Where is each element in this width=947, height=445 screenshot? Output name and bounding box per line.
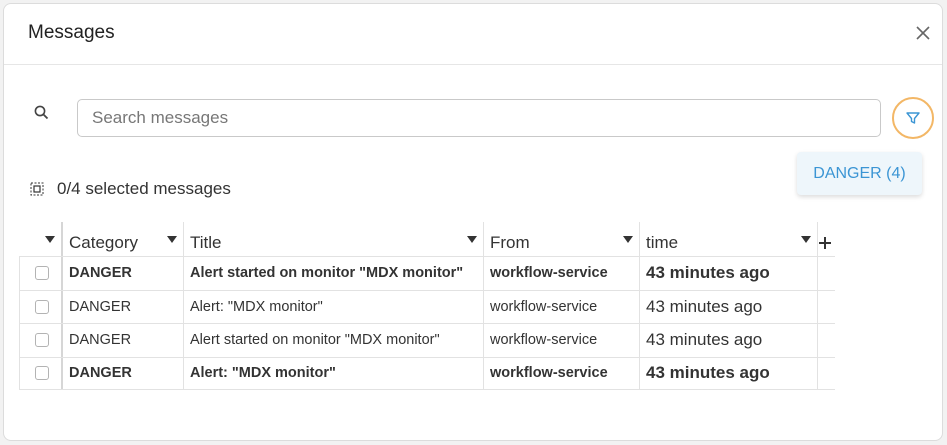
table-row[interactable]: DANGER Alert: "MDX monitor" workflow-ser… xyxy=(19,289,835,323)
column-menu-icon[interactable] xyxy=(167,236,177,243)
header-label: Title xyxy=(190,233,222,252)
row-checkbox[interactable] xyxy=(35,299,49,314)
header-select-column xyxy=(19,222,63,256)
category-cell: DANGER xyxy=(63,290,184,323)
category-cell: DANGER xyxy=(63,357,184,389)
search-input[interactable] xyxy=(77,99,881,137)
row-select-cell xyxy=(19,290,63,323)
selected-count-label: 0/4 selected messages xyxy=(57,179,231,198)
row-select-cell xyxy=(19,257,63,290)
row-select-cell xyxy=(19,357,63,389)
messages-grid: Category Title From time DANGER Alert st… xyxy=(19,222,835,390)
dialog-header: Messages xyxy=(4,4,942,65)
filter-chip-danger[interactable]: DANGER (4) xyxy=(797,152,922,195)
plus-icon xyxy=(819,237,831,249)
category-cell: DANGER xyxy=(63,257,184,290)
header-category[interactable]: Category xyxy=(63,222,184,256)
header-label: Category xyxy=(69,233,138,252)
column-menu-icon[interactable] xyxy=(467,236,477,243)
column-menu-icon[interactable] xyxy=(45,236,55,243)
header-label: From xyxy=(490,233,530,252)
filter-icon xyxy=(906,112,920,124)
select-all-icon[interactable] xyxy=(30,182,44,196)
from-cell: workflow-service xyxy=(484,290,640,323)
time-cell: 43 minutes ago xyxy=(640,324,818,357)
row-checkbox[interactable] xyxy=(35,266,49,281)
header-from[interactable]: From xyxy=(484,222,640,256)
column-menu-icon[interactable] xyxy=(623,236,633,243)
row-checkbox[interactable] xyxy=(35,366,49,381)
table-row[interactable]: DANGER Alert: "MDX monitor" workflow-ser… xyxy=(19,356,835,390)
header-label: time xyxy=(646,233,679,252)
header-time[interactable]: time xyxy=(640,222,818,256)
close-button[interactable] xyxy=(914,24,932,42)
filter-button[interactable] xyxy=(892,97,934,139)
row-checkbox[interactable] xyxy=(35,333,49,348)
time-cell: 43 minutes ago xyxy=(640,290,818,323)
title-cell: Alert started on monitor "MDX monitor" xyxy=(184,257,484,290)
header-title[interactable]: Title xyxy=(184,222,484,256)
time-cell: 43 minutes ago xyxy=(640,257,818,290)
add-column-button[interactable] xyxy=(819,233,831,253)
title-cell: Alert: "MDX monitor" xyxy=(184,357,484,389)
dialog-title: Messages xyxy=(28,22,115,43)
from-cell: workflow-service xyxy=(484,257,640,290)
title-cell: Alert: "MDX monitor" xyxy=(184,290,484,323)
table-row[interactable]: DANGER Alert started on monitor "MDX mon… xyxy=(19,323,835,357)
time-cell: 43 minutes ago xyxy=(640,357,818,389)
grid-header: Category Title From time xyxy=(19,222,835,256)
row-select-cell xyxy=(19,324,63,357)
title-cell: Alert started on monitor "MDX monitor" xyxy=(184,324,484,357)
table-row[interactable]: DANGER Alert started on monitor "MDX mon… xyxy=(19,256,835,290)
from-cell: workflow-service xyxy=(484,324,640,357)
from-cell: workflow-service xyxy=(484,357,640,389)
close-icon xyxy=(916,26,930,40)
column-menu-icon[interactable] xyxy=(801,236,811,243)
search-icon xyxy=(34,105,49,120)
category-cell: DANGER xyxy=(63,324,184,357)
